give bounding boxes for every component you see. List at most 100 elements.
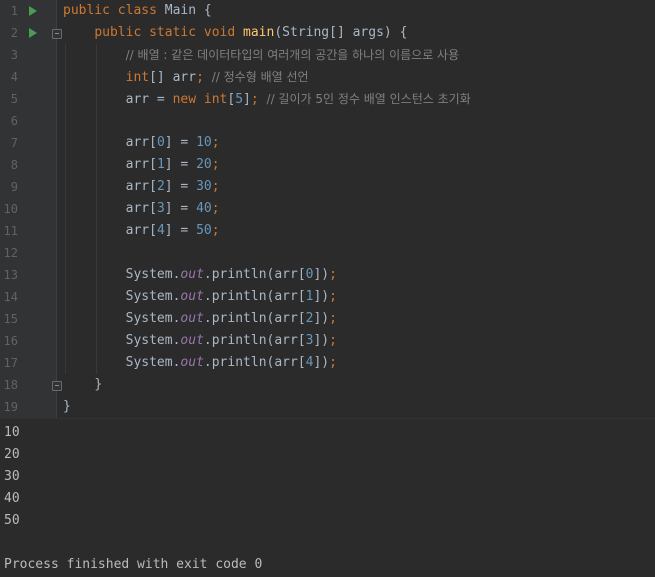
code-token: int xyxy=(125,70,150,85)
code-token: new int xyxy=(172,92,228,107)
code-text: System.out.println(arr[4]); xyxy=(126,352,337,374)
code-token: 1 xyxy=(156,157,165,172)
code-text: arr[2] = 30; xyxy=(126,176,220,198)
code-token: out xyxy=(180,355,204,370)
code-token: 20 xyxy=(196,157,212,172)
code-line[interactable]: 7 arr[0] = 10; xyxy=(0,132,655,154)
code-token: ; xyxy=(211,201,220,216)
line-number: 19 xyxy=(3,400,18,414)
code-token: .println(arr[ xyxy=(203,267,306,282)
code-token: arr[ xyxy=(125,179,157,194)
code-text: } xyxy=(94,374,102,396)
code-token: // 길이가 5인 정수 배열 인스턴스 초기화 xyxy=(266,92,471,106)
code-text: System.out.println(arr[3]); xyxy=(126,330,337,352)
code-token: ] = xyxy=(164,201,197,216)
code-token: public static void xyxy=(94,25,244,40)
code-line[interactable]: 17 System.out.println(arr[4]); xyxy=(0,352,655,374)
code-token: } xyxy=(63,399,71,414)
code-text: arr[3] = 40; xyxy=(126,198,220,220)
line-number: 18 xyxy=(3,378,18,392)
code-token: // 배열 : 같은 데이터타입의 여러개의 공간을 하나의 이름으로 사용 xyxy=(125,48,460,62)
line-number: 14 xyxy=(3,290,18,304)
code-text: arr = new int[5]; // 길이가 5인 정수 배열 인스턴스 초… xyxy=(126,88,471,111)
code-text: arr[1] = 20; xyxy=(126,154,220,176)
code-text: System.out.println(arr[1]); xyxy=(126,286,337,308)
code-token: ; xyxy=(211,135,220,150)
console-line: 20 xyxy=(4,447,20,462)
code-token: 50 xyxy=(196,223,212,238)
code-line[interactable]: 3 // 배열 : 같은 데이터타입의 여러개의 공간을 하나의 이름으로 사용 xyxy=(0,44,655,66)
code-token: ] = xyxy=(164,135,197,150)
code-editor[interactable]: 1 public class Main {2 public static void … xyxy=(0,0,655,418)
code-token: .println(arr[ xyxy=(203,333,306,348)
code-line[interactable]: 16 System.out.println(arr[3]); xyxy=(0,330,655,352)
code-text: arr[4] = 50; xyxy=(126,220,220,242)
console-line: Process finished with exit code 0 xyxy=(4,557,263,572)
code-token: .println(arr[ xyxy=(203,311,306,326)
code-token: arr[ xyxy=(125,223,157,238)
code-token: ; xyxy=(211,179,220,194)
code-token: ] = xyxy=(164,157,197,172)
code-token: ]) xyxy=(313,355,330,370)
line-number: 3 xyxy=(10,48,18,62)
code-token: System. xyxy=(125,267,181,282)
console-line: 10 xyxy=(4,425,20,440)
run-console[interactable]: 10 20 30 40 50 Process finished with exit cod… xyxy=(0,418,655,577)
code-line[interactable]: 2 public static void main(String[] args) … xyxy=(0,22,655,44)
code-token: System. xyxy=(125,311,181,326)
code-text: public static void main(String[] args) { xyxy=(94,22,407,44)
code-line[interactable]: 10 arr[3] = 40; xyxy=(0,198,655,220)
code-line[interactable]: 13 System.out.println(arr[0]); xyxy=(0,264,655,286)
code-line[interactable]: 1 public class Main { xyxy=(0,0,655,22)
line-number: 11 xyxy=(3,224,18,238)
run-gutter-icon[interactable] xyxy=(29,28,37,38)
code-line[interactable]: 4 int[] arr; // 정수형 배열 선언 xyxy=(0,66,655,88)
code-token: ; xyxy=(250,92,267,107)
code-text: System.out.println(arr[0]); xyxy=(126,264,337,286)
line-number: 4 xyxy=(10,70,18,84)
code-token: ] xyxy=(243,92,251,107)
code-line[interactable]: 14 System.out.println(arr[1]); xyxy=(0,286,655,308)
code-line[interactable]: 15 System.out.println(arr[2]); xyxy=(0,308,655,330)
code-token: public class xyxy=(63,3,165,18)
code-text: arr[0] = 10; xyxy=(126,132,220,154)
code-token: out xyxy=(180,333,204,348)
run-gutter-icon[interactable] xyxy=(29,6,37,16)
code-token: ]) xyxy=(313,267,330,282)
code-token: out xyxy=(180,289,204,304)
code-line[interactable]: 9 arr[2] = 30; xyxy=(0,176,655,198)
code-token: System. xyxy=(125,355,181,370)
line-number: 8 xyxy=(10,158,18,172)
code-text: System.out.println(arr[2]); xyxy=(126,308,337,330)
code-token: out xyxy=(180,267,204,282)
line-number: 13 xyxy=(3,268,18,282)
code-token: } xyxy=(94,377,103,392)
code-line[interactable]: 19} xyxy=(0,396,655,418)
code-token: ; xyxy=(329,289,337,304)
fold-toggle-icon[interactable] xyxy=(52,29,62,39)
code-token: ; xyxy=(329,355,337,370)
line-number: 5 xyxy=(10,92,18,106)
code-text: int[] arr; // 정수형 배열 선언 xyxy=(126,66,309,89)
code-line[interactable]: 5 arr = new int[5]; // 길이가 5인 정수 배열 인스턴스 … xyxy=(0,88,655,110)
code-token: ; xyxy=(329,311,337,326)
code-line[interactable]: 6 xyxy=(0,110,655,132)
code-text: } xyxy=(63,396,71,418)
code-line[interactable]: 12 xyxy=(0,242,655,264)
code-line[interactable]: 18} xyxy=(0,374,655,396)
code-line[interactable]: 11 arr[4] = 50; xyxy=(0,220,655,242)
console-line: 30 xyxy=(4,469,20,484)
code-token: out xyxy=(180,311,204,326)
console-line: 50 xyxy=(4,513,20,528)
code-token: ]) xyxy=(313,289,330,304)
code-token: 40 xyxy=(196,201,212,216)
code-line[interactable]: 8 arr[1] = 20; xyxy=(0,154,655,176)
fold-toggle-icon[interactable] xyxy=(52,381,62,391)
code-token: arr[ xyxy=(125,135,157,150)
code-token: 0 xyxy=(156,135,165,150)
line-number: 16 xyxy=(3,334,18,348)
line-number: 10 xyxy=(3,202,18,216)
code-token: [] arr xyxy=(149,70,197,85)
code-text: public class Main { xyxy=(63,0,212,22)
line-number: 17 xyxy=(3,356,18,370)
